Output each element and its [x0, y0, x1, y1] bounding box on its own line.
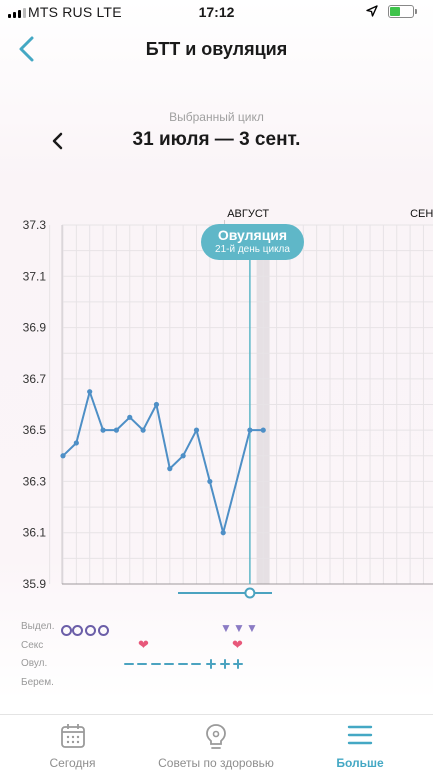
heart-icon: ❤	[232, 636, 243, 652]
x-tick-label: 14	[163, 603, 177, 605]
ovulation-test-marks	[124, 659, 243, 669]
temperature-point	[153, 401, 160, 408]
y-tick-label: 37.1	[23, 269, 47, 283]
x-tick-label: 8	[86, 603, 93, 605]
ovulation-tooltip-title: Овуляция	[217, 227, 288, 243]
x-tick-label: 6	[60, 603, 67, 605]
temperature-point	[260, 427, 266, 433]
temperature-point	[167, 466, 173, 472]
chart-svg: 37.3 37.1 36.9 36.7 36.5 36.3 36.1 35.9 АВГУСТ СЕ…	[23, 208, 433, 605]
battery-icon	[388, 5, 417, 18]
temperature-point	[207, 478, 213, 485]
discharge-icon	[85, 625, 96, 636]
y-tick-label: 35.9	[23, 577, 47, 591]
calendar-icon	[60, 724, 85, 748]
y-tick-label: 36.9	[23, 321, 47, 335]
x-tick-label: 20	[243, 603, 257, 605]
x-tick-label: 22	[270, 603, 284, 605]
x-tick-label: 18	[217, 603, 231, 605]
temperature-point	[193, 427, 200, 433]
nav-header: БТТ и овуляция	[0, 28, 433, 72]
tracker-row-sex[interactable]: Секс ❤ ❤	[0, 637, 433, 656]
drop-icon: ▼	[220, 621, 232, 635]
temperature-point	[127, 414, 133, 420]
discharge-icon	[72, 625, 83, 636]
month-label: АВГУСТ	[227, 208, 269, 220]
tracker-label: Берем.	[21, 676, 54, 688]
x-tick-label: 2	[407, 603, 414, 605]
symptom-tracker: Выдел. ▼ ▼ ▼ Секс ❤ ❤ Овул. Берем.	[0, 618, 433, 692]
tab-more[interactable]: Больше	[325, 715, 395, 770]
tracker-row-discharge[interactable]: Выдел. ▼ ▼ ▼	[0, 618, 433, 637]
temperature-point	[87, 389, 93, 395]
tab-health-tips[interactable]: Советы по здоровью	[150, 715, 282, 770]
x-tick-label: 10	[110, 603, 124, 605]
x-tick-label: 28	[350, 603, 364, 605]
x-tick-label: 12	[136, 603, 150, 605]
cycle-range: 31 июля — 3 сент.	[132, 129, 301, 150]
discharge-icon	[61, 625, 72, 636]
cycle-label: Выбранный цикл	[169, 110, 264, 124]
tracker-label: Секс	[21, 639, 44, 651]
lightbulb-icon	[206, 724, 226, 749]
temperature-point	[113, 427, 119, 433]
tab-today[interactable]: Сегодня	[30, 715, 115, 770]
temperature-line	[62, 390, 264, 534]
status-bar: MTS RUS LTE 17:12	[0, 0, 433, 24]
ovulation-tooltip-subtitle: 21-й день цикла	[215, 244, 290, 255]
y-tick-label: 36.3	[23, 474, 47, 488]
ovulation-tooltip[interactable]: Овуляция 21-й день цикла	[201, 224, 304, 260]
bbt-chart[interactable]: 37.3 37.1 36.9 36.7 36.5 36.3 36.1 35.9 АВГУСТ СЕ…	[0, 200, 433, 605]
temperature-point	[140, 427, 146, 433]
temperature-point	[73, 440, 79, 446]
y-tick-label: 37.3	[23, 218, 47, 232]
page-title: БТТ и овуляция	[145, 39, 288, 59]
temperature-point	[247, 427, 253, 433]
x-tick-label: 26	[323, 603, 337, 605]
discharge-icon	[98, 625, 109, 636]
scrub-handle	[244, 587, 256, 599]
month-label: СЕН	[410, 208, 433, 220]
x-tick-label: 16	[190, 603, 204, 605]
tab-today-label: Сегодня	[49, 756, 96, 770]
heart-icon: ❤	[138, 636, 149, 652]
location-icon	[366, 5, 378, 17]
x-tick-label: 24	[297, 603, 311, 605]
x-tick-label: 30	[377, 603, 391, 605]
tab-health-tips-label: Советы по здоровью	[158, 756, 274, 770]
temperature-point	[60, 453, 66, 459]
menu-icon	[347, 725, 373, 745]
tracker-row-ovulation[interactable]: Овул.	[0, 655, 433, 674]
drop-icon: ▼	[233, 621, 245, 635]
y-tick-label: 36.7	[23, 372, 47, 386]
tab-more-label: Больше	[336, 756, 384, 770]
temperature-point	[180, 453, 186, 459]
drop-icon: ▼	[246, 621, 258, 635]
tracker-label: Выдел.	[21, 621, 55, 632]
temperature-point	[220, 530, 226, 536]
y-tick-label: 36.1	[23, 526, 47, 540]
y-tick-label: 36.5	[23, 423, 47, 437]
tab-bar: Сегодня Советы по здоровью Больше	[0, 714, 433, 770]
temperature-point	[100, 427, 106, 433]
tracker-row-pregnancy[interactable]: Берем.	[0, 674, 433, 693]
cycle-selector: 31 июля — 3 сент.	[0, 127, 433, 155]
